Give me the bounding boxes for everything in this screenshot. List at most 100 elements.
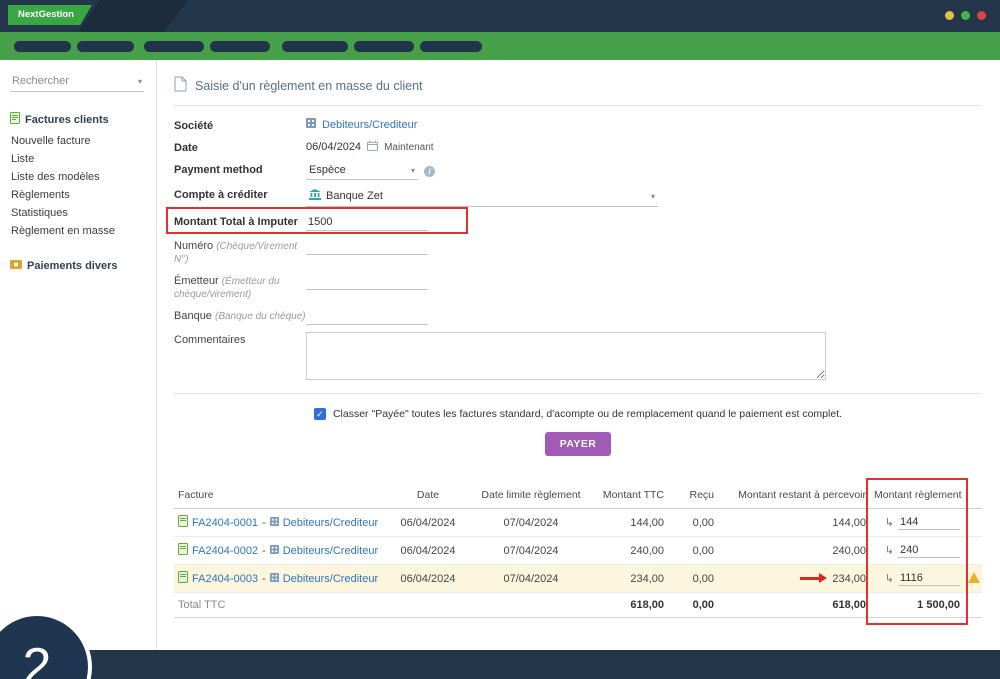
table-total-row: Total TTC 618,00 0,00 618,00 1 500,00 xyxy=(174,593,982,618)
recu: 0,00 xyxy=(668,509,718,537)
money-icon xyxy=(10,260,22,272)
invoice-ref-link[interactable]: FA2404-0001 xyxy=(192,517,258,529)
invoice-icon xyxy=(178,543,188,558)
footer-bar xyxy=(0,650,1000,679)
col-facture[interactable]: Facture xyxy=(174,482,384,509)
montant-ttc: 234,00 xyxy=(590,565,668,593)
maximize-dot[interactable] xyxy=(961,11,970,20)
separator: - xyxy=(262,517,266,529)
reglement-input[interactable] xyxy=(898,543,960,558)
app-logo[interactable]: NextGestion xyxy=(8,5,92,25)
invoices-table: Facture Date Date limite règlement Monta… xyxy=(174,482,982,618)
menu-item[interactable] xyxy=(14,41,71,52)
menu-item[interactable] xyxy=(77,41,134,52)
col-restant[interactable]: Montant restant à percevoir xyxy=(718,482,870,509)
reglement-input[interactable] xyxy=(898,515,960,530)
comments-textarea[interactable] xyxy=(306,332,826,380)
col-date[interactable]: Date xyxy=(384,482,472,509)
form-row-date: Date 06/04/2024 Maintenant xyxy=(174,136,982,158)
invoice-date: 06/04/2024 xyxy=(384,565,472,593)
menu-item[interactable] xyxy=(420,41,482,52)
recu: 0,00 xyxy=(668,537,718,565)
account-select[interactable]: Banque Zet ▾ xyxy=(306,187,658,207)
form-row-compte: Compte à créditer Banque Zet ▾ xyxy=(174,183,982,210)
emetteur-input[interactable] xyxy=(306,273,428,290)
invoice-icon xyxy=(178,515,188,530)
banque-input[interactable] xyxy=(306,308,428,325)
invoice-ref-link[interactable]: FA2404-0002 xyxy=(192,545,258,557)
classify-paid-label: Classer "Payée" toutes les factures stan… xyxy=(333,408,842,420)
table-row: FA2404-0002 - Debiteurs/Crediteur 06/04/… xyxy=(174,537,982,565)
montant-total-input[interactable] xyxy=(306,214,428,231)
minimize-dot[interactable] xyxy=(945,11,954,20)
compte-label: Compte à créditer xyxy=(174,186,306,202)
menu-item[interactable] xyxy=(282,41,348,52)
date-label: Date xyxy=(174,139,306,155)
invoice-date: 06/04/2024 xyxy=(384,537,472,565)
invoice-due-date: 07/04/2024 xyxy=(472,509,590,537)
separator: - xyxy=(262,573,266,585)
chevron-down-icon: ▾ xyxy=(138,77,142,86)
app-window: NextGestion Rechercher ▾ Factures client… xyxy=(0,0,1000,679)
chevron-down-icon: ▾ xyxy=(651,192,655,201)
total-reglement: 1 500,00 xyxy=(870,593,964,618)
societe-label: Société xyxy=(174,117,306,133)
menu-item[interactable] xyxy=(144,41,204,52)
close-dot[interactable] xyxy=(977,11,986,20)
numero-input[interactable] xyxy=(306,238,428,255)
total-restant: 618,00 xyxy=(718,593,870,618)
info-icon[interactable]: i xyxy=(424,166,435,177)
sidebar-item-reglements[interactable]: Règlements xyxy=(0,186,156,204)
sidebar-item-reglement-en-masse[interactable]: Règlement en masse xyxy=(0,222,156,240)
sidebar-section-title: Paiements divers xyxy=(27,260,118,272)
recu: 0,00 xyxy=(668,565,718,593)
client-link[interactable]: Debiteurs/Crediteur xyxy=(283,517,378,529)
invoice-icon xyxy=(178,571,188,586)
commentaires-label: Commentaires xyxy=(174,331,306,347)
step-number: 2 xyxy=(23,637,52,679)
reglement-input[interactable] xyxy=(898,571,960,586)
payment-method-select[interactable]: Espèce ▾ xyxy=(306,162,418,180)
emetteur-label: Émetteur (Émetteur du chèque/virement) xyxy=(174,272,306,301)
menu-item[interactable] xyxy=(354,41,414,52)
col-reglement[interactable]: Montant règlement xyxy=(870,482,964,509)
sidebar-item-nouvelle-facture[interactable]: Nouvelle facture xyxy=(0,132,156,150)
form-row-commentaires: Commentaires xyxy=(174,328,982,383)
form-row-payment-method: Payment method Espèce ▾ i xyxy=(174,158,982,183)
montant-ttc: 240,00 xyxy=(590,537,668,565)
total-label: Total TTC xyxy=(174,593,384,618)
sidebar-item-statistiques[interactable]: Statistiques xyxy=(0,204,156,222)
divider xyxy=(174,105,982,106)
warning-icon xyxy=(968,572,980,583)
menu-item[interactable] xyxy=(210,41,270,52)
table-row-highlighted: FA2404-0003 - Debiteurs/Crediteur 06/04/… xyxy=(174,565,982,593)
sidebar-item-liste-des-modeles[interactable]: Liste des modèles xyxy=(0,168,156,186)
payer-button[interactable]: PAYER xyxy=(545,432,611,456)
top-bar: NextGestion xyxy=(0,0,1000,32)
sidebar-section-paiements-divers[interactable]: Paiements divers xyxy=(10,260,148,272)
date-value[interactable]: 06/04/2024 xyxy=(306,141,361,153)
calendar-icon[interactable] xyxy=(367,140,378,154)
client-link[interactable]: Debiteurs/Crediteur xyxy=(283,545,378,557)
company-icon xyxy=(270,573,279,585)
sidebar: Rechercher ▾ Factures clients Nouvelle f… xyxy=(0,60,157,650)
sidebar-section-factures-clients[interactable]: Factures clients xyxy=(10,112,148,127)
form-row-banque: Banque (Banque du chèque) xyxy=(174,304,982,328)
chevron-down-icon: ▾ xyxy=(411,166,415,175)
col-recu[interactable]: Reçu xyxy=(668,482,718,509)
subline-arrow-icon: ↳ xyxy=(885,516,894,529)
restant: 240,00 xyxy=(718,537,870,565)
col-date-limite[interactable]: Date limite règlement xyxy=(472,482,590,509)
form-row-numero: Numéro (Chèque/Virement N°) xyxy=(174,234,982,269)
client-link[interactable]: Debiteurs/Crediteur xyxy=(283,573,378,585)
societe-link[interactable]: Debiteurs/Crediteur xyxy=(322,119,417,131)
total-recu: 0,00 xyxy=(668,593,718,618)
col-montant-ttc[interactable]: Montant TTC xyxy=(590,482,668,509)
annotation-arrow xyxy=(800,577,820,580)
search-input[interactable]: Rechercher ▾ xyxy=(10,73,144,92)
company-icon xyxy=(270,517,279,529)
invoice-ref-link[interactable]: FA2404-0003 xyxy=(192,573,258,585)
sidebar-item-liste[interactable]: Liste xyxy=(0,150,156,168)
classify-paid-checkbox[interactable]: ✓ xyxy=(314,408,326,420)
montant-ttc: 144,00 xyxy=(590,509,668,537)
